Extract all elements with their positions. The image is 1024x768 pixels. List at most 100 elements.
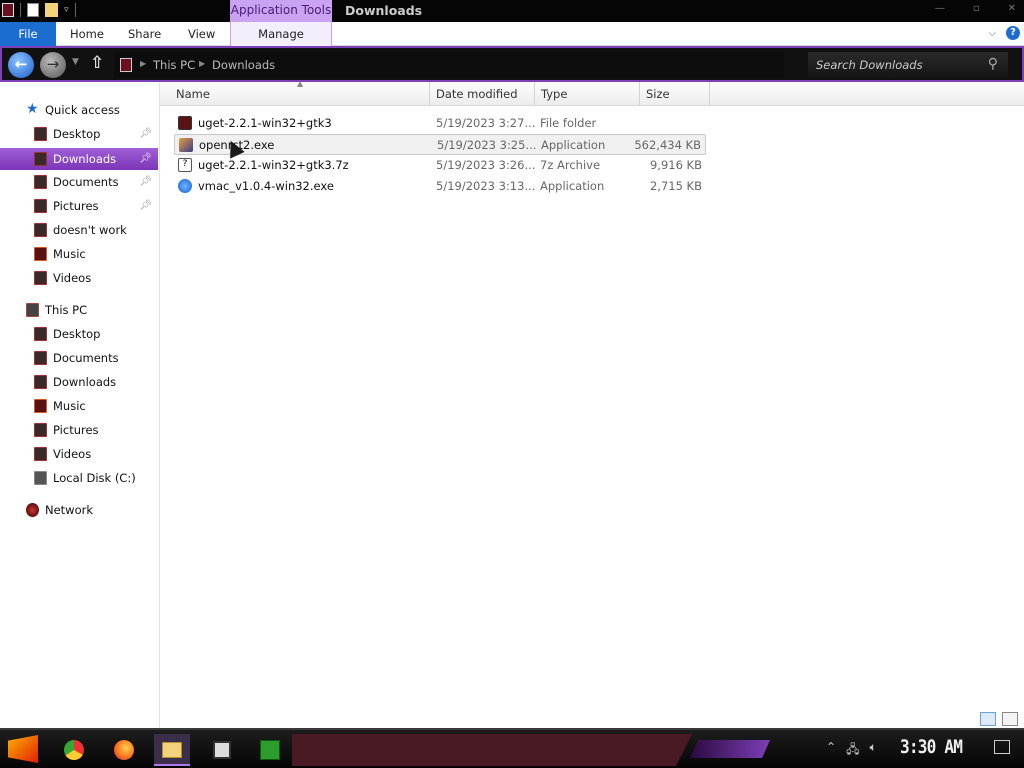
pin-icon[interactable]: 📌︎ — [139, 171, 152, 193]
help-icon[interactable]: ? — [1006, 26, 1020, 40]
taskbar-decoration — [690, 740, 770, 758]
notifications-icon[interactable] — [994, 740, 1010, 754]
column-type[interactable]: Type — [535, 82, 640, 106]
window-title: Downloads — [345, 3, 423, 18]
nav-pc-music[interactable]: Music — [0, 395, 158, 417]
taskbar-firefox[interactable] — [106, 734, 142, 766]
disk-icon — [34, 471, 47, 485]
search-input[interactable]: Search Downloads ⚲ — [808, 52, 1008, 78]
file-row-selected[interactable]: openrct2.exe 5/19/2023 3:25... Applicati… — [174, 134, 706, 155]
maximize-icon[interactable]: ▫ — [973, 3, 980, 14]
tab-share[interactable]: Share — [128, 22, 161, 46]
documents-icon — [34, 175, 47, 189]
music-icon — [34, 399, 47, 413]
file-date: 5/19/2023 3:27... — [436, 116, 536, 130]
up-button[interactable]: ⇧ — [90, 53, 104, 73]
taskbar-file-explorer[interactable] — [154, 734, 190, 766]
nav-pc-desktop[interactable]: Desktop — [0, 323, 158, 345]
back-button[interactable]: ← — [8, 52, 34, 78]
nav-label: Local Disk (C:) — [53, 471, 136, 485]
nav-label: Desktop — [53, 127, 101, 141]
tab-home[interactable]: Home — [70, 22, 104, 46]
properties-icon[interactable] — [27, 3, 39, 17]
application-icon — [179, 138, 193, 152]
network-icon — [26, 503, 39, 517]
network-icon[interactable]: 🖧︎ — [846, 740, 859, 761]
chevron-right-icon[interactable]: ▶ — [199, 59, 205, 68]
breadcrumb-this-pc[interactable]: This PC — [153, 58, 195, 72]
nav-pc-local-disk[interactable]: Local Disk (C:) — [0, 467, 158, 489]
start-button[interactable] — [8, 735, 38, 763]
large-icons-view-icon[interactable] — [1002, 712, 1018, 726]
nav-item-desktop[interactable]: Desktop 📌︎ — [0, 123, 158, 145]
nav-label: Desktop — [53, 327, 101, 341]
taskbar-uget[interactable] — [252, 734, 288, 766]
nav-pc-pictures[interactable]: Pictures — [0, 419, 158, 441]
taskbar-chrome[interactable] — [56, 734, 92, 766]
details-view-icon[interactable] — [980, 712, 996, 726]
nav-pc-downloads[interactable]: Downloads — [0, 371, 158, 393]
view-toggle — [980, 712, 1018, 726]
nav-item-downloads[interactable]: Downloads 📌︎ — [0, 148, 158, 170]
column-date-modified[interactable]: Date modified — [430, 82, 535, 106]
chevron-right-icon[interactable]: ▶ — [140, 59, 146, 68]
nav-label: Downloads — [53, 375, 117, 389]
new-folder-icon[interactable] — [45, 3, 58, 17]
tab-file[interactable]: File — [0, 22, 56, 46]
expand-ribbon-icon[interactable]: ⌵ — [988, 28, 996, 39]
file-row[interactable]: vmac_v1.0.4-win32.exe 5/19/2023 3:13... … — [174, 176, 706, 197]
minimize-icon[interactable]: — — [935, 3, 945, 14]
system-tray: ⌃ 🖧︎ 🔈︎ — [826, 740, 877, 761]
pin-icon[interactable]: 📌︎ — [139, 148, 152, 170]
customize-toolbar-icon[interactable]: ▿ — [64, 5, 69, 15]
navigation-pane[interactable]: ★ Quick access Desktop 📌︎ Downloads 📌︎ D… — [0, 82, 160, 728]
nav-item-pictures[interactable]: Pictures 📌︎ — [0, 195, 158, 217]
context-tab-label: Application Tools — [230, 0, 332, 22]
nav-label: Videos — [53, 447, 92, 461]
pin-icon[interactable]: 📌︎ — [139, 195, 152, 217]
nav-label: Quick access — [45, 103, 120, 117]
nav-item-videos[interactable]: Videos — [0, 267, 158, 289]
clock[interactable]: 3:30 AM — [900, 736, 963, 758]
computer-icon — [26, 303, 39, 317]
nav-pc-documents[interactable]: Documents — [0, 347, 158, 369]
file-size: 2,715 KB — [649, 179, 702, 193]
nav-item-doesnt-work[interactable]: doesn't work — [0, 219, 158, 241]
column-size[interactable]: Size — [640, 82, 710, 106]
quick-access-toolbar: ▿ — [2, 3, 76, 17]
folder-icon — [162, 742, 182, 758]
file-name: vmac_v1.0.4-win32.exe — [198, 179, 334, 193]
forward-button[interactable]: → — [40, 52, 66, 78]
archive-icon: ? — [178, 158, 192, 172]
recent-locations-icon[interactable]: ▼ — [72, 57, 79, 67]
file-row[interactable]: uget-2.2.1-win32+gtk3 5/19/2023 3:27... … — [174, 113, 706, 134]
firefox-icon — [114, 740, 134, 760]
close-icon[interactable]: ✕ — [1008, 3, 1016, 14]
taskbar-vmac[interactable] — [204, 734, 240, 766]
column-header-row: ▲ Name Date modified Type Size — [160, 79, 1024, 106]
breadcrumb-downloads[interactable]: Downloads — [212, 58, 275, 72]
nav-item-music[interactable]: Music — [0, 243, 158, 265]
nav-quick-access[interactable]: ★ Quick access — [0, 99, 158, 121]
tab-manage[interactable]: Manage — [230, 22, 332, 46]
taskbar-decoration — [292, 734, 692, 766]
file-name: uget-2.2.1-win32+gtk3 — [198, 116, 332, 130]
column-name[interactable]: Name — [170, 82, 430, 106]
nav-label: Pictures — [53, 199, 99, 213]
search-icon[interactable]: ⚲ — [988, 56, 998, 72]
tab-view[interactable]: View — [188, 22, 215, 46]
nav-pc-videos[interactable]: Videos — [0, 443, 158, 465]
file-list[interactable]: ▲ Name Date modified Type Size uget-2.2.… — [160, 79, 1024, 728]
nav-label: Videos — [53, 271, 92, 285]
divider — [74, 3, 76, 17]
nav-item-documents[interactable]: Documents 📌︎ — [0, 171, 158, 193]
address-field[interactable]: ▶ This PC ▶ Downloads — [114, 52, 784, 78]
nav-this-pc[interactable]: This PC — [0, 299, 158, 321]
show-hidden-icons-icon[interactable]: ⌃ — [826, 740, 836, 761]
file-row[interactable]: ? uget-2.2.1-win32+gtk3.7z 5/19/2023 3:2… — [174, 155, 706, 176]
ribbon: File Home Share View Manage ⌵ ? — [0, 22, 1024, 46]
nav-network[interactable]: Network — [0, 499, 158, 521]
pin-icon[interactable]: 📌︎ — [139, 123, 152, 145]
app-icon[interactable] — [2, 3, 14, 17]
volume-icon[interactable]: 🔈︎ — [869, 740, 876, 761]
